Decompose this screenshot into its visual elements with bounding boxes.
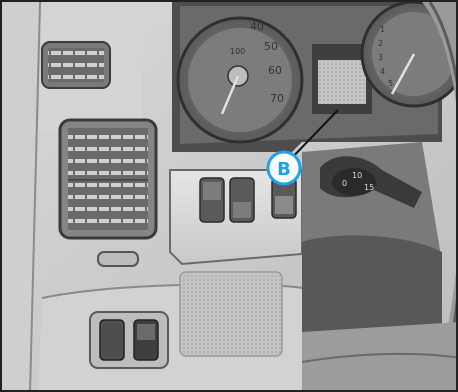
tach-label-2: 2 [378,39,383,48]
upper-side-vent [41,41,111,89]
dashboard-illustration: 100 50 60 70 40 1 2 3 4 5 0 10 15 B [2,2,456,390]
stalk-label-0: 0 [342,179,347,188]
speedometer-gauge: 100 50 60 70 40 [176,16,304,144]
speaker-grille [179,271,283,357]
callout-b-label: B [277,159,291,180]
side-air-vent [58,118,158,240]
speedometer-label-50: 50 [264,40,278,53]
stalk-label-10: 10 [352,171,362,180]
dashboard-photo: 100 50 60 70 40 1 2 3 4 5 0 10 15 B [0,0,458,392]
lower-switch-1[interactable] [99,319,125,361]
speedometer-label-40: 40 [250,20,264,33]
speedometer-label-60: 60 [268,64,282,77]
stalk-label-15: 15 [364,183,374,192]
vent-thumbwheel[interactable] [97,251,139,267]
tach-label-4: 4 [380,67,385,76]
lower-switch-pod [89,311,169,369]
tach-label-1: 1 [380,25,385,34]
callout-b-marker: B [266,150,302,186]
tach-label-5: 5 [388,79,393,88]
speedometer-label-100: 100 [230,47,245,56]
tach-label-3: 3 [378,53,383,62]
speedometer-label-70: 70 [270,92,284,105]
